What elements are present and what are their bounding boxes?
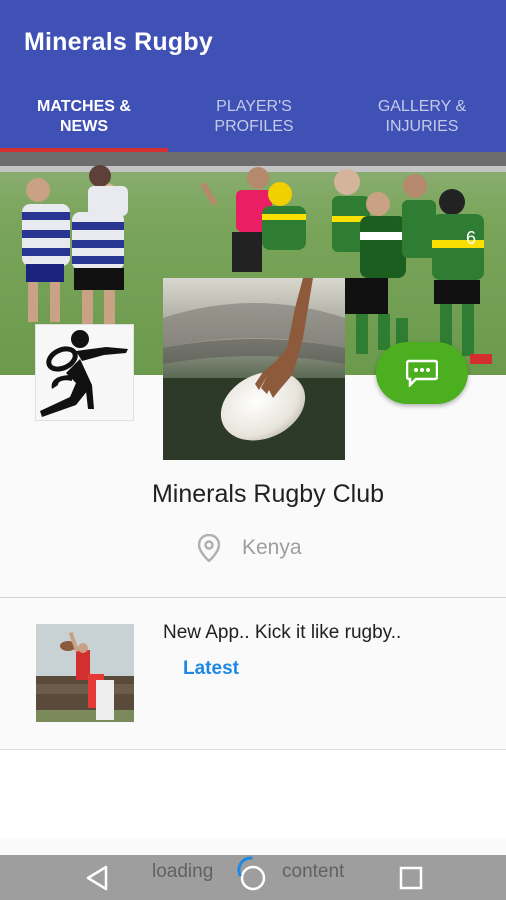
- location-pin-icon: [198, 534, 220, 562]
- svg-text:6: 6: [466, 228, 476, 248]
- chat-bubble-icon: [406, 359, 438, 387]
- loading-label: content: [282, 861, 345, 882]
- tab-matches-news[interactable]: MATCHES & NEWS: [0, 97, 168, 152]
- profile-photo: [163, 278, 345, 460]
- tab-label-line: MATCHES &: [37, 98, 131, 115]
- news-title[interactable]: New App.. Kick it like rugby..: [163, 622, 401, 644]
- news-tag[interactable]: Latest: [183, 658, 239, 680]
- recents-square-icon[interactable]: [396, 863, 426, 893]
- lineout-photo-graphic: [36, 624, 134, 722]
- tab-label-line: PLAYER'S: [216, 98, 292, 115]
- news-thumbnail[interactable]: [36, 624, 134, 722]
- club-name: Minerals Rugby Club: [151, 480, 385, 508]
- loading-spinner-icon: [237, 856, 253, 877]
- tab-gallery-injuries[interactable]: GALLERY & INJURIES: [338, 97, 506, 152]
- tab-label-line: PROFILES: [214, 118, 294, 135]
- chat-button[interactable]: [376, 342, 468, 404]
- stadium-ball-graphic: [163, 278, 345, 460]
- tab-label-line: NEWS: [60, 118, 108, 135]
- app-title: Minerals Rugby: [24, 28, 213, 56]
- back-triangle-icon[interactable]: [82, 863, 112, 893]
- club-logo: [35, 324, 134, 421]
- club-location: Kenya: [198, 532, 302, 564]
- tab-label-line: GALLERY &: [377, 98, 467, 115]
- tab-label-line: INJURIES: [385, 118, 459, 135]
- tab-players-profiles[interactable]: PLAYER'S PROFILES: [170, 97, 338, 152]
- loading-label: loading: [152, 861, 214, 882]
- app-bar: Minerals Rugby MATCHES & NEWS PLAYER'S P…: [0, 0, 506, 152]
- location-text: Kenya: [242, 536, 302, 559]
- rugby-player-logo-icon: [40, 330, 128, 417]
- content-area: [0, 750, 506, 838]
